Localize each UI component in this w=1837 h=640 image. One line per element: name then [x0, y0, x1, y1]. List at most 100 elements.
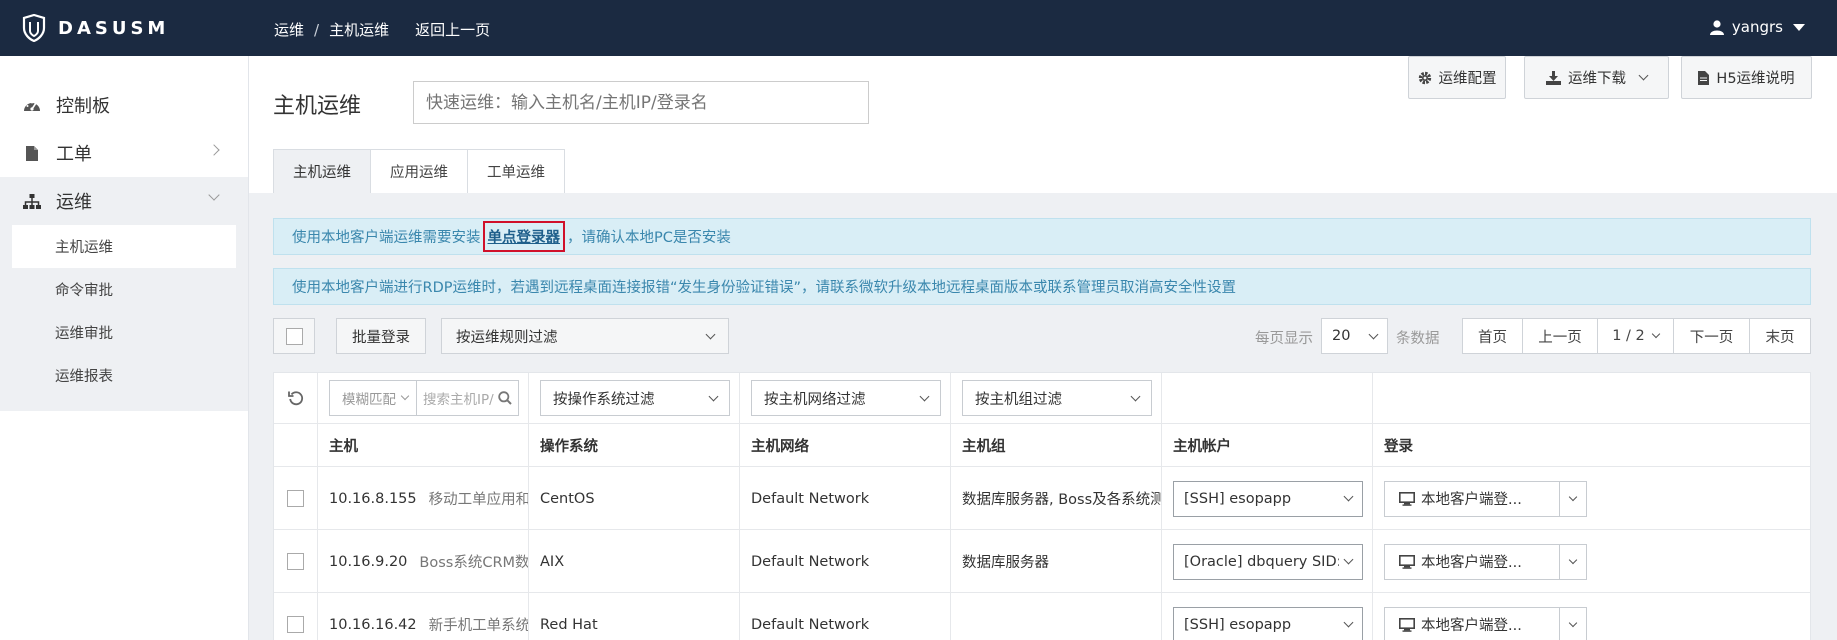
- local-client-login-button[interactable]: 本地客户端登...: [1384, 543, 1560, 580]
- column-header-network[interactable]: 主机网络: [740, 424, 951, 466]
- prev-page-button[interactable]: 上一页: [1522, 318, 1598, 354]
- login-label: 本地客户端登...: [1421, 618, 1522, 634]
- os-filter-cell: 按操作系统过滤: [529, 373, 740, 423]
- page-select[interactable]: 1 / 2: [1597, 318, 1674, 354]
- match-mode-select[interactable]: 模糊匹配: [330, 381, 417, 415]
- account-cell: [Oracle] dbquery SID:crmd: [1162, 530, 1373, 593]
- table-row: 10.16.16.42 新手机工单系统 Red Hat Default Netw…: [274, 593, 1810, 640]
- download-icon: [1546, 70, 1561, 85]
- column-header-os[interactable]: 操作系统: [529, 424, 740, 466]
- login-button-group: 本地客户端登...: [1384, 480, 1587, 517]
- os-filter-select[interactable]: 按操作系统过滤: [540, 380, 730, 416]
- chevron-right-icon: [208, 144, 220, 156]
- row-checkbox[interactable]: [274, 467, 318, 530]
- tab-ticket-ops[interactable]: 工单运维: [467, 149, 565, 193]
- login-button-group: 本地客户端登...: [1384, 606, 1587, 640]
- batch-login-button[interactable]: 批量登录: [336, 318, 426, 354]
- sidebar-subitem-command-approval[interactable]: 命令审批: [12, 268, 236, 311]
- table-row: 10.16.9.20 Boss系统CRM数据... AIX Default Ne…: [274, 530, 1810, 593]
- rule-filter-label: 按运维规则过滤: [456, 329, 558, 346]
- last-page-button[interactable]: 末页: [1749, 318, 1811, 354]
- host-search-cell: 模糊匹配 搜索主机IP/: [318, 373, 529, 423]
- search-icon[interactable]: [498, 391, 512, 405]
- column-header-group[interactable]: 主机组: [951, 424, 1162, 466]
- host-ip[interactable]: 10.16.8.155: [329, 491, 417, 507]
- local-client-login-button[interactable]: 本地客户端登...: [1384, 606, 1560, 640]
- group-filter-select[interactable]: 按主机组过滤: [962, 380, 1152, 416]
- group-cell: 数据库服务器: [951, 530, 1162, 593]
- sidebar-item-dashboard[interactable]: 控制板: [0, 81, 248, 129]
- back-link[interactable]: 返回上一页: [415, 19, 490, 40]
- login-options-dropdown[interactable]: [1560, 606, 1587, 640]
- network-filter-select[interactable]: 按主机网络过滤: [751, 380, 941, 416]
- rule-filter-select[interactable]: 按运维规则过滤: [441, 318, 729, 354]
- row-checkbox[interactable]: [274, 593, 318, 640]
- select-all-checkbox[interactable]: [273, 318, 315, 354]
- host-description: 新手机工单系统: [428, 618, 528, 634]
- chevron-down-icon: [1568, 618, 1578, 627]
- account-select[interactable]: [SSH] esopapp: [1173, 606, 1363, 640]
- group-cell: 数据库服务器, Boss及各系统测...: [951, 467, 1162, 530]
- host-description: 移动工单应用和...: [428, 492, 528, 508]
- host-search-input[interactable]: 搜索主机IP/: [417, 381, 518, 415]
- tab-app-ops[interactable]: 应用运维: [370, 149, 468, 193]
- network-cell: Default Network: [740, 467, 951, 530]
- pagination: 首页 上一页 1 / 2 下一页 末页: [1462, 318, 1811, 354]
- network-cell: Default Network: [740, 530, 951, 593]
- group-filter-label: 按主机组过滤: [975, 391, 1062, 408]
- local-client-login-button[interactable]: 本地客户端登...: [1384, 480, 1560, 517]
- breadcrumb-item-ops[interactable]: 运维: [274, 19, 304, 40]
- chevron-down-icon: [400, 391, 410, 401]
- account-select[interactable]: [SSH] esopapp: [1173, 480, 1363, 517]
- chevron-down-icon: [208, 189, 220, 201]
- logo[interactable]: DASUSM: [22, 14, 169, 42]
- page-value: 1 / 2: [1612, 328, 1645, 344]
- account-cell: [SSH] esopapp: [1162, 467, 1373, 530]
- sidebar: 控制板 工单 运维 主机运维 命令审批 运维审批 运维报表: [0, 56, 249, 640]
- sidebar-item-label: 运维: [56, 192, 92, 213]
- column-header-host[interactable]: 主机: [318, 424, 529, 466]
- first-page-button[interactable]: 首页: [1462, 318, 1523, 354]
- chevron-down-icon: [1651, 329, 1661, 339]
- ops-download-button[interactable]: 运维下载: [1524, 56, 1669, 99]
- h5-guide-label: H5运维说明: [1716, 71, 1795, 87]
- checkbox-icon: [287, 490, 304, 507]
- tab-host-ops[interactable]: 主机运维: [273, 149, 371, 193]
- host-description: Boss系统CRM数据...: [419, 555, 528, 571]
- login-button-group: 本地客户端登...: [1384, 543, 1587, 580]
- column-header-login: 登录: [1384, 438, 1413, 455]
- sidebar-item-label: 工单: [56, 144, 92, 165]
- login-options-dropdown[interactable]: [1560, 543, 1587, 580]
- sidebar-subitem-ops-approval[interactable]: 运维审批: [12, 311, 236, 354]
- login-label: 本地客户端登...: [1421, 492, 1522, 508]
- rdp-warning-alert: 使用本地客户端进行RDP运维时，若遇到远程桌面连接报错“发生身份验证错误”，请联…: [273, 268, 1811, 305]
- next-page-button[interactable]: 下一页: [1673, 318, 1750, 354]
- network-filter-cell: 按主机网络过滤: [740, 373, 951, 423]
- row-checkbox[interactable]: [274, 530, 318, 593]
- sso-login-link[interactable]: 单点登录器: [482, 221, 565, 252]
- sidebar-subitem-host-ops[interactable]: 主机运维: [12, 225, 236, 268]
- login-options-dropdown[interactable]: [1560, 480, 1587, 517]
- chevron-down-icon: [1638, 70, 1649, 81]
- account-select[interactable]: [Oracle] dbquery SID:crmd: [1173, 543, 1363, 580]
- login-cell: 本地客户端登...: [1373, 530, 1587, 593]
- host-cell: 10.16.8.155 移动工单应用和...: [318, 467, 529, 530]
- sidebar-item-tickets[interactable]: 工单: [0, 129, 248, 177]
- quick-search-input[interactable]: [413, 81, 869, 124]
- h5-guide-button[interactable]: H5运维说明: [1681, 56, 1812, 99]
- host-ip[interactable]: 10.16.9.20: [329, 554, 407, 570]
- user-menu[interactable]: yangrs: [1709, 18, 1805, 36]
- chevron-down-icon: [1568, 492, 1578, 501]
- document-icon: [1698, 70, 1710, 85]
- host-ip[interactable]: 10.16.16.42: [329, 617, 417, 633]
- refresh-button[interactable]: [274, 373, 318, 423]
- per-page-label: 每页显示: [1255, 331, 1313, 347]
- ops-config-button[interactable]: 运维配置: [1408, 56, 1506, 99]
- desktop-icon: [1399, 554, 1415, 569]
- per-page-select[interactable]: 20: [1321, 318, 1388, 354]
- caret-down-icon: [1793, 23, 1805, 31]
- shield-logo-icon: [22, 14, 46, 42]
- sidebar-subitem-ops-report[interactable]: 运维报表: [12, 354, 236, 397]
- sidebar-item-ops[interactable]: 运维: [0, 177, 248, 225]
- account-value: [Oracle] dbquery SID:crmd: [1184, 553, 1339, 570]
